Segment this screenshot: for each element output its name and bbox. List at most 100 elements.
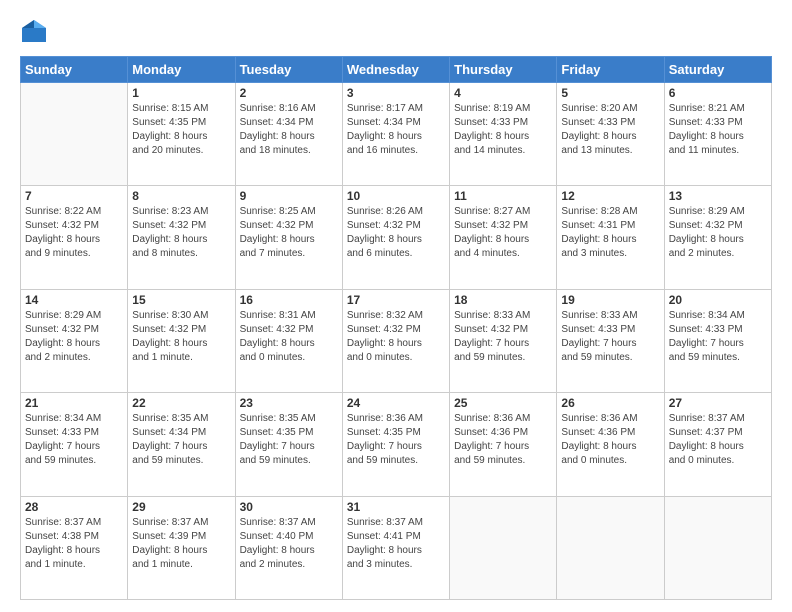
calendar-cell: 6 Sunrise: 8:21 AM Sunset: 4:33 PM Daylig… [664,83,771,186]
day-number: 23 [240,396,338,410]
day-info: Sunrise: 8:33 AM Sunset: 4:33 PM Dayligh… [561,309,659,365]
day-number: 16 [240,293,338,307]
day-info: Sunrise: 8:20 AM Sunset: 4:33 PM Dayligh… [561,102,659,158]
calendar-cell: 19 Sunrise: 8:33 AM Sunset: 4:33 PM Dayli… [557,289,664,392]
day-info: Sunrise: 8:35 AM Sunset: 4:34 PM Dayligh… [132,412,230,468]
calendar-cell [557,496,664,599]
calendar-cell [21,83,128,186]
calendar-week-0: 1 Sunrise: 8:15 AM Sunset: 4:35 PM Daylig… [21,83,772,186]
calendar-week-2: 14 Sunrise: 8:29 AM Sunset: 4:32 PM Dayli… [21,289,772,392]
calendar-cell: 29 Sunrise: 8:37 AM Sunset: 4:39 PM Dayli… [128,496,235,599]
weekday-header-sunday: Sunday [21,57,128,83]
day-number: 17 [347,293,445,307]
calendar-cell: 3 Sunrise: 8:17 AM Sunset: 4:34 PM Daylig… [342,83,449,186]
day-number: 19 [561,293,659,307]
calendar-cell: 11Sunrise: 8:27 AM Sunset: 4:32 PM Dayli… [450,186,557,289]
calendar-week-1: 7 Sunrise: 8:22 AM Sunset: 4:32 PM Daylig… [21,186,772,289]
day-number: 6 [669,86,767,100]
day-number: 20 [669,293,767,307]
day-info: Sunrise: 8:37 AM Sunset: 4:41 PM Dayligh… [347,516,445,572]
weekday-header-tuesday: Tuesday [235,57,342,83]
calendar-cell: 15Sunrise: 8:30 AM Sunset: 4:32 PM Dayli… [128,289,235,392]
calendar-cell: 25 Sunrise: 8:36 AM Sunset: 4:36 PM Dayli… [450,393,557,496]
day-info: Sunrise: 8:33 AM Sunset: 4:32 PM Dayligh… [454,309,552,365]
calendar-cell: 14 Sunrise: 8:29 AM Sunset: 4:32 PM Dayli… [21,289,128,392]
day-info: Sunrise: 8:26 AM Sunset: 4:32 PM Dayligh… [347,205,445,261]
day-info: Sunrise: 8:35 AM Sunset: 4:35 PM Dayligh… [240,412,338,468]
weekday-header-friday: Friday [557,57,664,83]
calendar-cell: 30 Sunrise: 8:37 AM Sunset: 4:40 PM Dayli… [235,496,342,599]
day-info: Sunrise: 8:22 AM Sunset: 4:32 PM Dayligh… [25,205,123,261]
day-number: 24 [347,396,445,410]
weekday-header-saturday: Saturday [664,57,771,83]
weekday-header-wednesday: Wednesday [342,57,449,83]
day-number: 25 [454,396,552,410]
calendar-cell: 2 Sunrise: 8:16 AM Sunset: 4:34 PM Daylig… [235,83,342,186]
day-number: 3 [347,86,445,100]
day-number: 28 [25,500,123,514]
calendar-cell: 21Sunrise: 8:34 AM Sunset: 4:33 PM Dayli… [21,393,128,496]
day-number: 2 [240,86,338,100]
calendar-cell: 4 Sunrise: 8:19 AM Sunset: 4:33 PM Daylig… [450,83,557,186]
calendar-cell: 28 Sunrise: 8:37 AM Sunset: 4:38 PM Dayli… [21,496,128,599]
weekday-header-monday: Monday [128,57,235,83]
calendar-cell: 12 Sunrise: 8:28 AM Sunset: 4:31 PM Dayli… [557,186,664,289]
calendar-cell: 1 Sunrise: 8:15 AM Sunset: 4:35 PM Daylig… [128,83,235,186]
calendar-cell: 8 Sunrise: 8:23 AM Sunset: 4:32 PM Daylig… [128,186,235,289]
calendar-cell: 23 Sunrise: 8:35 AM Sunset: 4:35 PM Dayli… [235,393,342,496]
calendar-cell: 16Sunrise: 8:31 AM Sunset: 4:32 PM Dayli… [235,289,342,392]
calendar-cell: 18 Sunrise: 8:33 AM Sunset: 4:32 PM Dayli… [450,289,557,392]
day-number: 5 [561,86,659,100]
calendar-cell: 26 Sunrise: 8:36 AM Sunset: 4:36 PM Dayli… [557,393,664,496]
day-info: Sunrise: 8:36 AM Sunset: 4:35 PM Dayligh… [347,412,445,468]
calendar-cell: 5 Sunrise: 8:20 AM Sunset: 4:33 PM Daylig… [557,83,664,186]
day-info: Sunrise: 8:34 AM Sunset: 4:33 PM Dayligh… [669,309,767,365]
calendar-week-3: 21Sunrise: 8:34 AM Sunset: 4:33 PM Dayli… [21,393,772,496]
day-number: 22 [132,396,230,410]
header [20,18,772,46]
day-number: 10 [347,189,445,203]
day-number: 7 [25,189,123,203]
day-number: 14 [25,293,123,307]
day-info: Sunrise: 8:23 AM Sunset: 4:32 PM Dayligh… [132,205,230,261]
day-number: 4 [454,86,552,100]
calendar-cell: 17 Sunrise: 8:32 AM Sunset: 4:32 PM Dayli… [342,289,449,392]
calendar-table: SundayMondayTuesdayWednesdayThursdayFrid… [20,56,772,600]
calendar-cell: 22 Sunrise: 8:35 AM Sunset: 4:34 PM Dayli… [128,393,235,496]
day-number: 21 [25,396,123,410]
day-info: Sunrise: 8:32 AM Sunset: 4:32 PM Dayligh… [347,309,445,365]
calendar-cell: 20 Sunrise: 8:34 AM Sunset: 4:33 PM Dayli… [664,289,771,392]
day-number: 27 [669,396,767,410]
day-number: 30 [240,500,338,514]
day-info: Sunrise: 8:37 AM Sunset: 4:39 PM Dayligh… [132,516,230,572]
calendar-cell: 7 Sunrise: 8:22 AM Sunset: 4:32 PM Daylig… [21,186,128,289]
day-info: Sunrise: 8:15 AM Sunset: 4:35 PM Dayligh… [132,102,230,158]
weekday-header-row: SundayMondayTuesdayWednesdayThursdayFrid… [21,57,772,83]
day-info: Sunrise: 8:21 AM Sunset: 4:33 PM Dayligh… [669,102,767,158]
day-info: Sunrise: 8:28 AM Sunset: 4:31 PM Dayligh… [561,205,659,261]
weekday-header-thursday: Thursday [450,57,557,83]
calendar-cell: 31Sunrise: 8:37 AM Sunset: 4:41 PM Dayli… [342,496,449,599]
day-info: Sunrise: 8:29 AM Sunset: 4:32 PM Dayligh… [25,309,123,365]
day-number: 1 [132,86,230,100]
calendar-cell: 24 Sunrise: 8:36 AM Sunset: 4:35 PM Dayli… [342,393,449,496]
day-info: Sunrise: 8:37 AM Sunset: 4:40 PM Dayligh… [240,516,338,572]
calendar-cell: 27Sunrise: 8:37 AM Sunset: 4:37 PM Dayli… [664,393,771,496]
calendar-cell [664,496,771,599]
day-info: Sunrise: 8:17 AM Sunset: 4:34 PM Dayligh… [347,102,445,158]
day-number: 8 [132,189,230,203]
day-info: Sunrise: 8:29 AM Sunset: 4:32 PM Dayligh… [669,205,767,261]
day-info: Sunrise: 8:27 AM Sunset: 4:32 PM Dayligh… [454,205,552,261]
day-info: Sunrise: 8:36 AM Sunset: 4:36 PM Dayligh… [454,412,552,468]
day-info: Sunrise: 8:30 AM Sunset: 4:32 PM Dayligh… [132,309,230,365]
day-number: 12 [561,189,659,203]
calendar-week-4: 28 Sunrise: 8:37 AM Sunset: 4:38 PM Dayli… [21,496,772,599]
day-number: 18 [454,293,552,307]
day-info: Sunrise: 8:16 AM Sunset: 4:34 PM Dayligh… [240,102,338,158]
day-info: Sunrise: 8:37 AM Sunset: 4:38 PM Dayligh… [25,516,123,572]
calendar-cell: 13Sunrise: 8:29 AM Sunset: 4:32 PM Dayli… [664,186,771,289]
day-number: 29 [132,500,230,514]
day-number: 26 [561,396,659,410]
day-info: Sunrise: 8:19 AM Sunset: 4:33 PM Dayligh… [454,102,552,158]
day-info: Sunrise: 8:36 AM Sunset: 4:36 PM Dayligh… [561,412,659,468]
